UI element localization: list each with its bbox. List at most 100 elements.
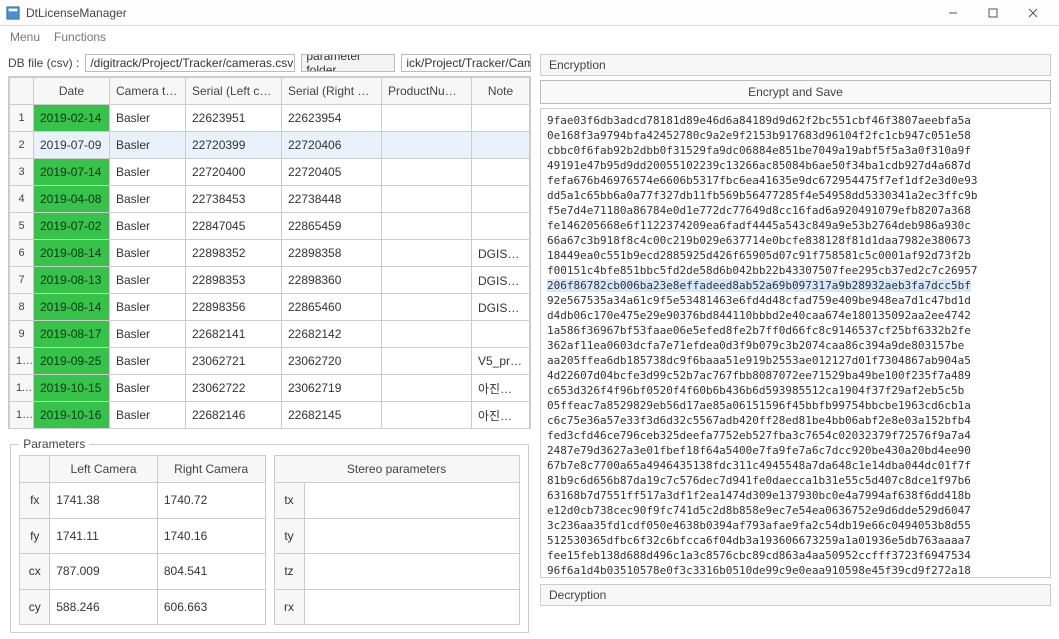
table-cell: 22898360 (282, 267, 382, 294)
table-cell: Basler (110, 375, 186, 402)
stereo-row: ty (274, 518, 519, 554)
row-number: 11 (10, 375, 34, 402)
param-cell: 1740.72 (157, 483, 265, 519)
table-cell: 22738453 (186, 186, 282, 213)
table-cell (382, 375, 472, 402)
parameters-group: Parameters Left Camera Right Camera fx17… (10, 437, 529, 633)
table-cell: 22720400 (186, 159, 282, 186)
encrypt-save-button[interactable]: Encrypt and Save (540, 80, 1051, 104)
table-cell: Basler (110, 105, 186, 132)
table-row[interactable]: 12019-02-14Basler2262395122623954 (10, 105, 530, 132)
title-bar: DtLicenseManager (0, 0, 1059, 26)
column-header[interactable]: Note (472, 78, 530, 105)
column-header[interactable]: Date (34, 78, 110, 105)
param-cell: 787.009 (50, 554, 158, 590)
table-cell: 2019-07-14 (34, 159, 110, 186)
table-cell: DGIST-이현기박사 1280_2 (472, 267, 530, 294)
menu-item[interactable]: Menu (10, 30, 40, 44)
app-icon (6, 6, 20, 20)
table-cell: DGIST-이현기박사 1280_3 (472, 294, 530, 321)
table-row[interactable]: 32019-07-14Basler2272040022720405 (10, 159, 530, 186)
left-camera-header: Left Camera (50, 456, 158, 483)
param-row: cx787.009804.541 (20, 554, 265, 590)
param-cell: fx (20, 483, 50, 519)
right-camera-header: Right Camera (157, 456, 265, 483)
table-cell (382, 159, 472, 186)
table-cell: 23062719 (282, 375, 382, 402)
camera-params-table: Left Camera Right Camera fx1741.381740.7… (19, 455, 265, 625)
db-file-label: DB file (csv) : (8, 56, 79, 70)
parameter-folder-button[interactable]: parameter folder (301, 54, 395, 72)
column-header[interactable]: Serial (Right cam) (282, 78, 382, 105)
stereo-cell (304, 518, 519, 554)
column-header[interactable]: Camera type (110, 78, 186, 105)
param-row: fy1741.111740.16 (20, 518, 265, 554)
table-row[interactable]: 22019-07-09Basler2272039922720406 (10, 132, 530, 159)
table-cell: 22682146 (186, 402, 282, 429)
window-title: DtLicenseManager (26, 6, 127, 20)
table-cell: 22898358 (282, 240, 382, 267)
row-number: 6 (10, 240, 34, 267)
cameras-table[interactable]: DateCamera typeSerial (Left cam)Serial (… (8, 76, 531, 429)
table-cell: V5_proto (472, 348, 530, 375)
close-button[interactable] (1013, 0, 1053, 26)
table-cell: 22865459 (282, 213, 382, 240)
table-cell (382, 321, 472, 348)
table-cell: 22623954 (282, 105, 382, 132)
table-row[interactable]: 62019-08-14Basler2289835222898358DGIST-이… (10, 240, 530, 267)
table-row[interactable]: 52019-07-02Basler2284704522865459 (10, 213, 530, 240)
row-number: 3 (10, 159, 34, 186)
table-row[interactable]: 102019-09-25Basler2306272123062720V5_pro… (10, 348, 530, 375)
stereo-cell (304, 483, 519, 519)
table-row[interactable]: 92019-08-17Basler2268214122682142 (10, 321, 530, 348)
menu-item[interactable]: Functions (54, 30, 106, 44)
minimize-button[interactable] (933, 0, 973, 26)
cipher-text-area[interactable]: 9fae03f6db3adcd78181d89e46d6a84189d9d62f… (540, 108, 1051, 578)
table-cell: DGIST-이현기박사 1280_1 (472, 240, 530, 267)
stereo-cell: tz (274, 554, 304, 590)
parameter-folder-path[interactable]: ick/Project/Tracker/CameraParameters (401, 54, 531, 72)
row-number: 8 (10, 294, 34, 321)
stereo-cell (304, 554, 519, 590)
table-row[interactable]: 72019-08-13Basler2289835322898360DGIST-이… (10, 267, 530, 294)
table-row[interactable]: 112019-10-15Basler2306272223062719아진엑스텍#… (10, 375, 530, 402)
param-cell: cy (20, 589, 50, 625)
table-cell: Basler (110, 348, 186, 375)
table-cell: Basler (110, 132, 186, 159)
encryption-header: Encryption (540, 54, 1051, 76)
table-cell: 2019-07-02 (34, 213, 110, 240)
table-cell: 23062721 (186, 348, 282, 375)
parameters-legend: Parameters (19, 437, 89, 451)
table-cell (382, 240, 472, 267)
table-row[interactable]: 82019-08-14Basler2289835622865460DGIST-이… (10, 294, 530, 321)
table-cell: 2019-08-14 (34, 240, 110, 267)
table-cell: Basler (110, 240, 186, 267)
maximize-button[interactable] (973, 0, 1013, 26)
table-row[interactable]: 122019-10-16Basler2268214622682145아진엑스텍#… (10, 402, 530, 429)
table-row[interactable]: 42019-04-08Basler2273845322738448 (10, 186, 530, 213)
table-cell (382, 402, 472, 429)
column-header[interactable] (10, 78, 34, 105)
row-number: 10 (10, 348, 34, 375)
table-cell (472, 159, 530, 186)
stereo-row: tz (274, 554, 519, 590)
row-number: 1 (10, 105, 34, 132)
table-cell (382, 105, 472, 132)
stereo-cell: rx (274, 589, 304, 625)
table-cell (382, 186, 472, 213)
table-cell (382, 294, 472, 321)
column-header[interactable]: Serial (Left cam) (186, 78, 282, 105)
column-header[interactable]: ProductNumber (382, 78, 472, 105)
table-cell (472, 213, 530, 240)
table-cell: Basler (110, 186, 186, 213)
row-number: 9 (10, 321, 34, 348)
table-cell: 22682141 (186, 321, 282, 348)
table-cell (472, 321, 530, 348)
param-cell: 606.663 (157, 589, 265, 625)
table-cell: 2019-09-25 (34, 348, 110, 375)
db-file-path[interactable]: /digitrack/Project/Tracker/cameras.csv (85, 54, 295, 72)
param-row: fx1741.381740.72 (20, 483, 265, 519)
table-cell: 22898356 (186, 294, 282, 321)
cipher-highlighted-line: 206f86782cb006ba23e8effadeed8ab52a69b097… (547, 279, 971, 292)
table-cell (472, 105, 530, 132)
